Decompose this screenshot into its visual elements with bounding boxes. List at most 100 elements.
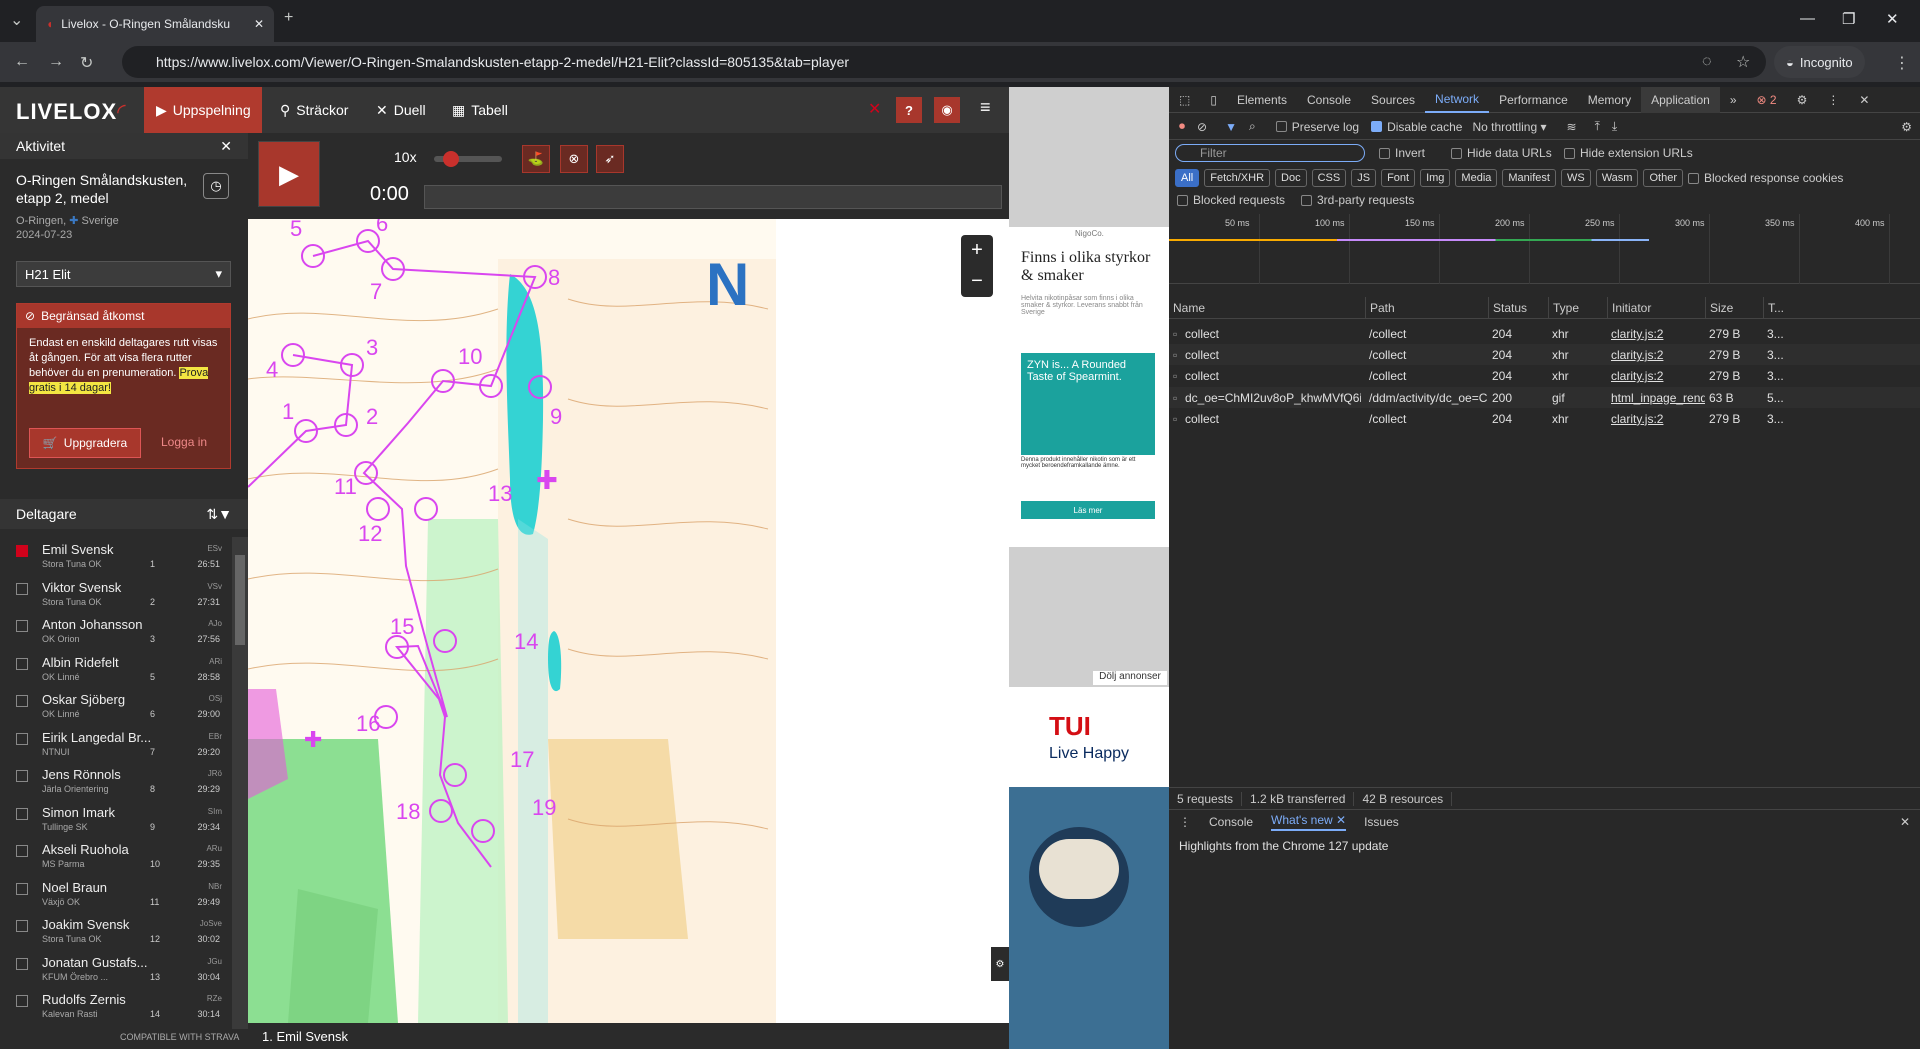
type-filter-media[interactable]: Media xyxy=(1455,169,1498,187)
participant-row[interactable]: Noel Braun NBr Växjö OK 11 29:49 xyxy=(0,875,232,913)
export-har-icon[interactable]: ⤓ xyxy=(1612,119,1617,134)
participant-checkbox[interactable] xyxy=(16,995,28,1007)
bookmark-star-icon[interactable]: ☆ xyxy=(1736,52,1750,72)
request-row[interactable]: ▫ collect/collect 204 xhr clarity.js:2 279 B 3… xyxy=(1169,365,1920,386)
route-icon[interactable]: ⛳ xyxy=(522,145,550,173)
error-count-badge[interactable]: ⊗ 2 xyxy=(1747,87,1787,113)
tab-playback[interactable]: ▶ Uppspelning xyxy=(144,87,262,133)
settings-gear-icon[interactable]: ⚙ xyxy=(1787,87,1818,113)
hide-extension-urls-checkbox[interactable]: Hide extension URLs xyxy=(1564,146,1693,160)
preserve-log-checkbox[interactable]: Preserve log xyxy=(1275,120,1359,134)
col-type[interactable]: Type xyxy=(1548,297,1607,319)
hamburger-menu-icon[interactable]: ≡ xyxy=(980,97,991,118)
participant-checkbox[interactable] xyxy=(16,807,28,820)
participant-checkbox[interactable] xyxy=(16,920,28,932)
type-filter-ws[interactable]: WS xyxy=(1560,169,1591,187)
hide-data-urls-checkbox[interactable]: Hide data URLs xyxy=(1451,146,1552,160)
request-initiator[interactable]: clarity.js:2 xyxy=(1611,412,1705,426)
col-path[interactable]: Path xyxy=(1365,297,1488,319)
zoom-out-button[interactable]: − xyxy=(961,266,993,297)
zoom-in-button[interactable]: + xyxy=(961,235,993,266)
devtools-tab-memory[interactable]: Memory xyxy=(1578,87,1641,113)
forward-icon[interactable]: → xyxy=(48,53,64,71)
inspect-icon[interactable]: ⬚ xyxy=(1169,87,1200,113)
col-name[interactable]: Name xyxy=(1169,297,1365,319)
menu-kebab-icon[interactable]: ⋮ xyxy=(1894,53,1910,73)
drawer-tab-console[interactable]: Console xyxy=(1209,815,1253,829)
participant-row[interactable]: Akseli Ruohola ARu MS Parma 10 29:35 xyxy=(0,837,232,875)
restore-icon[interactable]: ❐ xyxy=(1842,10,1855,28)
invert-checkbox[interactable]: Invert xyxy=(1379,146,1425,160)
tab-table[interactable]: ▦ Tabell xyxy=(440,87,520,133)
url-field[interactable]: https://www.livelox.com/Viewer/O-Ringen-… xyxy=(122,46,1766,78)
ad-zyn[interactable]: NigoCo. Finns i olika styrkor & smaker H… xyxy=(1009,227,1169,547)
participant-row[interactable]: Rudolfs Zernis RZe Kalevan Rasti 14 30:1… xyxy=(0,987,232,1025)
upgrade-button[interactable]: 🛒 Uppgradera xyxy=(29,428,141,458)
participant-scrollbar[interactable] xyxy=(232,537,248,1029)
tab-duel[interactable]: ✕ Duell xyxy=(364,87,438,133)
type-filter-all[interactable]: All xyxy=(1175,169,1200,187)
network-settings-icon[interactable]: ⚙ xyxy=(1901,120,1912,134)
devtools-tab-performance[interactable]: Performance xyxy=(1489,87,1578,113)
devtools-kebab-icon[interactable]: ⋮ xyxy=(1817,87,1849,113)
participant-checkbox[interactable] xyxy=(16,882,28,895)
orienteering-map[interactable]: 5 6 7 8 3 4 10 1 2 9 11 13 12 15 14 16 1… xyxy=(248,219,938,1023)
type-filter-js[interactable]: JS xyxy=(1351,169,1377,187)
ad-tui[interactable]: TUI Live Happy xyxy=(1009,687,1169,1049)
devtools-tab-sources[interactable]: Sources xyxy=(1361,87,1425,113)
minimize-icon[interactable]: — xyxy=(1800,10,1815,27)
panel-toggle-icon[interactable]: ⚙ xyxy=(991,947,1009,981)
request-initiator[interactable]: clarity.js:2 xyxy=(1611,369,1705,383)
tail-icon[interactable]: ➶ xyxy=(596,145,624,173)
tab-legs[interactable]: ⚲ Sträckor xyxy=(268,87,360,133)
filter-icon[interactable]: ▼ xyxy=(1225,120,1237,134)
participant-row[interactable]: Jens Rönnols JRö Järla Orientering 8 29:… xyxy=(0,762,232,800)
network-overview[interactable]: 50 ms 100 ms 150 ms 200 ms 250 ms 300 ms 350 m… xyxy=(1169,214,1920,284)
drawer-tab-whats-new[interactable]: What's new ✕ xyxy=(1271,813,1347,831)
request-initiator[interactable]: html_inpage_renderin xyxy=(1611,391,1705,405)
devtools-close-icon[interactable]: ✕ xyxy=(1849,87,1879,113)
clear-icon[interactable]: ⊘ xyxy=(1197,120,1207,134)
login-link[interactable]: Logga in xyxy=(161,435,207,449)
request-row[interactable]: ▫ collect/collect 204 xhr clarity.js:2 279 B 3… xyxy=(1169,344,1920,366)
drawer-menu-icon[interactable]: ⋮ xyxy=(1179,815,1191,829)
request-initiator[interactable]: clarity.js:2 xyxy=(1611,348,1705,362)
clock-icon[interactable]: ◷ xyxy=(203,173,229,199)
blocked-cookies-checkbox[interactable]: Blocked response cookies xyxy=(1688,171,1843,185)
drawer-tab-issues[interactable]: Issues xyxy=(1364,815,1399,829)
participant-checkbox[interactable] xyxy=(16,695,28,707)
browser-tab[interactable]: ◖ Livelox - O-Ringen Smålandsku ✕ xyxy=(36,6,274,42)
eye-off-icon[interactable]: ◌ xyxy=(1702,53,1712,71)
back-icon[interactable]: ← xyxy=(14,53,30,71)
type-filter-wasm[interactable]: Wasm xyxy=(1595,169,1639,187)
participant-row[interactable]: Simon Imark SIm Tullinge SK 9 29:34 xyxy=(0,800,232,838)
type-filter-doc[interactable]: Doc xyxy=(1275,169,1307,187)
type-filter-fetchxhr[interactable]: Fetch/XHR xyxy=(1204,169,1271,187)
big-play-button[interactable]: ▶ xyxy=(258,141,320,207)
import-har-icon[interactable]: ⤒ xyxy=(1595,119,1600,134)
participant-checkbox[interactable] xyxy=(16,845,28,857)
drawer-close-icon[interactable]: ✕ xyxy=(1900,815,1910,829)
help-icon[interactable]: ? xyxy=(896,97,922,123)
request-initiator[interactable]: clarity.js:2 xyxy=(1611,327,1705,341)
filter-input[interactable]: Filter xyxy=(1175,144,1365,162)
new-tab-icon[interactable]: + xyxy=(284,9,293,27)
participant-row[interactable]: Emil Svensk ESv Stora Tuna OK 1 26:51 xyxy=(0,537,232,575)
record-icon[interactable]: ⏺ xyxy=(1179,119,1185,134)
throttling-select[interactable]: No throttling ▾ xyxy=(1472,120,1546,134)
scroll-thumb[interactable] xyxy=(235,555,245,645)
participant-checkbox[interactable] xyxy=(16,620,28,632)
sort-filter-icon[interactable]: ⇅▼ xyxy=(206,506,232,523)
participant-row[interactable]: Albin Ridefelt ARi OK Linné 5 28:58 xyxy=(0,650,232,688)
incognito-badge[interactable]: ◒ Incognito xyxy=(1774,46,1865,78)
hide-ads-link[interactable]: Dölj annonser xyxy=(1093,671,1167,685)
col-size[interactable]: Size xyxy=(1705,297,1763,319)
livelox-logo[interactable]: LIVELOX◜ xyxy=(16,99,127,125)
devtools-tab-network[interactable]: Network xyxy=(1425,87,1490,113)
speed-slider[interactable] xyxy=(434,151,502,167)
col-time[interactable]: T... xyxy=(1763,297,1920,319)
participant-checkbox[interactable] xyxy=(16,770,28,782)
type-filter-css[interactable]: CSS xyxy=(1311,169,1347,187)
type-filter-font[interactable]: Font xyxy=(1381,169,1416,187)
devtools-tab-elements[interactable]: Elements xyxy=(1227,87,1297,113)
